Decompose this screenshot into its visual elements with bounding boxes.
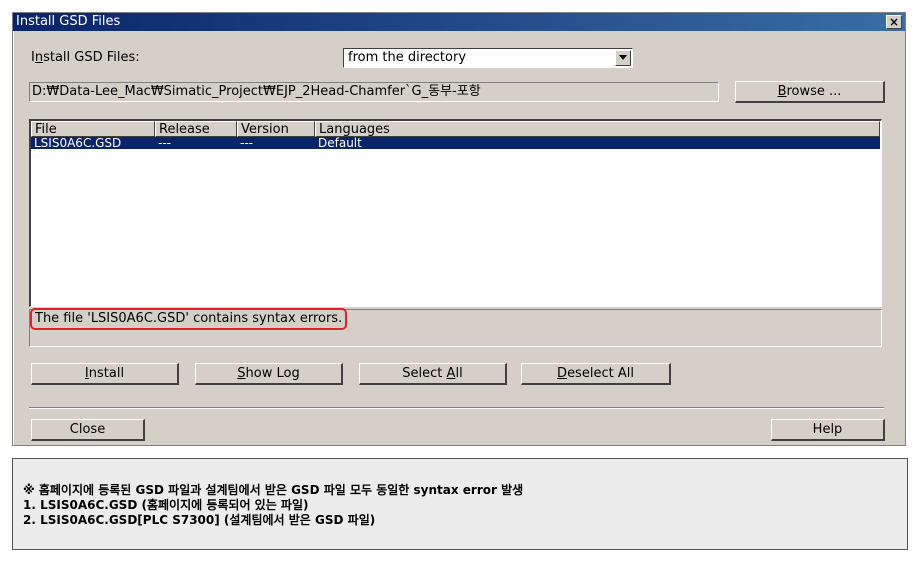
status-panel: The file 'LSIS0A6C.GSD' contains syntax … [29,308,882,347]
column-header-file[interactable]: File [31,121,155,137]
column-header-version[interactable]: Version [237,121,315,137]
annotation-note: ※ 홈페이지에 등록된 GSD 파일과 설계팀에서 받은 GSD 파일 모두 동… [12,458,908,550]
title-bar: Install GSD Files × [13,13,905,31]
close-icon[interactable]: × [886,15,902,29]
source-dropdown[interactable]: from the directory [343,48,633,68]
row-file: LSIS0A6C.GSD [34,136,122,150]
status-message: The file 'LSIS0A6C.GSD' contains syntax … [30,308,348,330]
browse-button[interactable]: Browse ... [735,81,885,103]
column-header-release[interactable]: Release [155,121,237,137]
note-line-3: 2. LSIS0A6C.GSD[PLC S7300] (설계팀에서 받은 GSD… [23,513,376,527]
dialog-title: Install GSD Files [16,14,121,29]
chevron-down-icon[interactable] [615,50,631,66]
select-all-button[interactable]: Select All [359,363,507,385]
note-line-1: ※ 홈페이지에 등록된 GSD 파일과 설계팀에서 받은 GSD 파일 모두 동… [23,483,524,497]
row-version: --- [240,136,253,150]
install-gsd-dialog: Install GSD Files × Install GSD Files: f… [12,12,906,446]
help-button[interactable]: Help [771,419,885,441]
close-button[interactable]: Close [31,419,145,441]
button-separator [29,407,884,409]
show-log-button[interactable]: Show Log [195,363,343,385]
deselect-all-button[interactable]: Deselect All [521,363,671,385]
row-release: --- [158,136,171,150]
column-header-languages[interactable]: Languages [315,121,880,137]
install-gsd-label: Install GSD Files: [31,50,140,65]
install-button[interactable]: Install [31,363,179,385]
directory-path-field[interactable]: D:₩Data-Lee_Mac₩Simatic_Project₩EJP_2Hea… [29,82,719,102]
table-row[interactable]: LSIS0A6C.GSD --- --- Default [31,137,880,149]
gsd-file-list[interactable]: File Release Version Languages LSIS0A6C.… [29,119,882,307]
note-line-2: 1. LSIS0A6C.GSD (홈페이지에 등록되어 있는 파일) [23,498,309,512]
source-dropdown-value: from the directory [348,50,467,65]
row-languages: Default [318,136,362,150]
